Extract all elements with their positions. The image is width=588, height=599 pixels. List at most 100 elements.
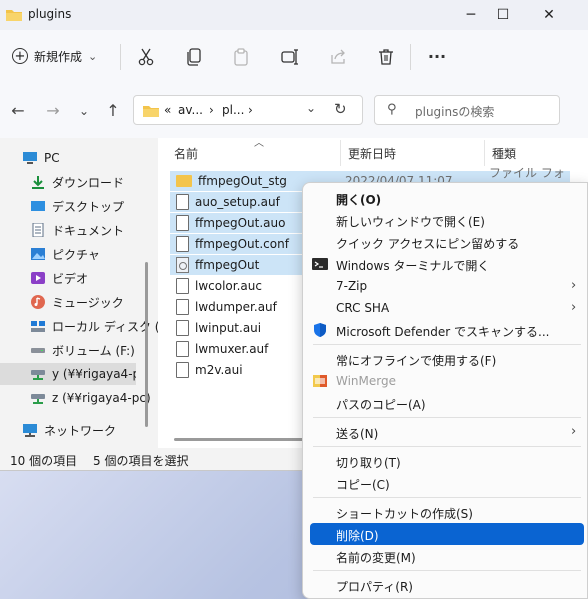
copy-icon	[187, 48, 201, 66]
menu-item-cut[interactable]: 切り取り(T)	[303, 450, 588, 472]
sidebar-item-label: ネットワーク	[44, 423, 117, 438]
search-box[interactable]: ⚲ pluginsの検索	[374, 95, 560, 125]
delete-button[interactable]	[373, 44, 399, 70]
sidebar-item-network[interactable]: ネットワーク	[22, 419, 162, 441]
column-header-type[interactable]: 種類	[492, 145, 516, 162]
address-dropdown-button[interactable]: ⌄	[306, 101, 316, 115]
breadcrumb-separator[interactable]: ›	[209, 103, 214, 117]
copy-button[interactable]	[181, 44, 207, 70]
menu-item-pin-quick-access[interactable]: クイック アクセスにピン留めする	[303, 231, 588, 253]
address-bar[interactable]: « av... › pl... › ⌄ ↻	[133, 95, 363, 125]
pictures-icon	[31, 248, 45, 260]
cut-button[interactable]	[133, 44, 159, 70]
title-bar: plugins ─ ☐ ✕	[0, 0, 588, 30]
clipboard-icon	[234, 48, 248, 66]
menu-separator	[313, 446, 581, 447]
recent-locations-button[interactable]: ⌄	[72, 100, 96, 122]
sidebar-item-pc[interactable]: PC	[22, 147, 162, 169]
sidebar-item-volume-f[interactable]: ボリューム (F:)	[30, 339, 170, 361]
sidebar-item-label: ボリューム (F:)	[52, 343, 135, 358]
menu-item-label: 開く(O)	[336, 193, 382, 207]
menu-item-properties[interactable]: プロパティ(R)	[303, 574, 588, 596]
rename-button[interactable]	[277, 44, 303, 70]
scissors-icon	[138, 48, 154, 66]
sidebar-item-desktop[interactable]: デスクトップ	[30, 195, 170, 217]
sidebar-item-music[interactable]: ミュージック	[30, 291, 170, 313]
menu-separator	[313, 344, 581, 345]
navigation-bar: ← → ⌄ ↑ « av... › pl... › ⌄ ↻ ⚲ pluginsの…	[0, 82, 588, 138]
menu-item-label: Windows ターミナルで開く	[336, 259, 490, 273]
menu-item-create-shortcut[interactable]: ショートカットの作成(S)	[303, 501, 588, 523]
settings-file-icon	[176, 257, 189, 273]
menu-separator	[313, 570, 581, 571]
file-icon	[176, 299, 189, 315]
refresh-button[interactable]: ↻	[334, 100, 347, 118]
menu-item-winmerge: WinMerge	[303, 370, 588, 392]
column-header-date[interactable]: 更新日時	[348, 145, 396, 162]
sidebar-item-local-disk[interactable]: ローカル ディスク (C	[30, 315, 170, 337]
trash-icon	[379, 49, 393, 65]
sidebar-item-documents[interactable]: ドキュメント	[30, 219, 170, 241]
menu-item-open-terminal[interactable]: Windows ターミナルで開く	[303, 253, 588, 275]
column-header-name[interactable]: 名前	[174, 145, 198, 162]
file-icon	[176, 215, 189, 231]
sidebar-item-downloads[interactable]: ダウンロード	[30, 171, 170, 193]
item-count: 10 個の項目	[10, 454, 78, 468]
window-title: plugins	[28, 7, 72, 21]
forward-button[interactable]: →	[41, 100, 65, 122]
breadcrumb-separator[interactable]: ›	[248, 103, 253, 117]
maximize-button[interactable]: ☐	[480, 2, 526, 28]
drive-icon	[31, 348, 45, 353]
file-name: lwinput.aui	[195, 321, 262, 335]
menu-item-delete[interactable]: 削除(D)	[310, 523, 584, 545]
breadcrumb-item[interactable]: av...	[178, 103, 203, 117]
sidebar-item-network-drive-y[interactable]: y (¥¥rigaya4-pc)	[0, 363, 136, 385]
file-icon	[176, 278, 189, 294]
menu-item-send-to[interactable]: 送る(N) ›	[303, 421, 588, 443]
menu-item-open-new-window[interactable]: 新しいウィンドウで開く(E)	[303, 209, 588, 231]
menu-item-copy-path[interactable]: パスのコピー(A)	[303, 392, 588, 414]
sidebar-item-network-drive-z[interactable]: z (¥¥rigaya4-pc)	[30, 387, 170, 409]
menu-item-copy[interactable]: コピー(C)	[303, 472, 588, 494]
paste-button[interactable]	[228, 44, 254, 70]
sidebar-item-label: ミュージック	[52, 295, 124, 310]
desktop-icon	[31, 201, 45, 211]
menu-item-rename[interactable]: 名前の変更(M)	[303, 545, 588, 567]
navigation-pane: PC ダウンロード デスクトップ ドキュメント ピクチャ ビデオ ミュージック	[0, 138, 168, 448]
close-button[interactable]: ✕	[526, 2, 572, 28]
menu-item-defender-scan[interactable]: Microsoft Defender でスキャンする...	[303, 319, 588, 341]
menu-item-open[interactable]: 開く(O)	[303, 187, 588, 209]
horizontal-scrollbar[interactable]	[174, 438, 314, 441]
sidebar-item-label: ピクチャ	[52, 247, 100, 262]
sidebar-item-pictures[interactable]: ピクチャ	[30, 243, 170, 265]
terminal-icon	[312, 258, 328, 270]
folder-icon	[143, 106, 159, 117]
sort-ascending-icon: ︿	[254, 138, 264, 149]
more-options-button[interactable]: ···	[424, 44, 450, 70]
menu-item-always-offline[interactable]: 常にオフラインで使用する(F)	[303, 348, 588, 370]
sidebar-item-videos[interactable]: ビデオ	[30, 267, 170, 289]
menu-item-crc-sha[interactable]: CRC SHA ›	[303, 297, 588, 319]
sidebar-item-label: デスクトップ	[52, 199, 125, 214]
share-button[interactable]	[325, 44, 351, 70]
file-name: ffmpegOut_stg	[198, 174, 287, 188]
sidebar-item-label: y (¥¥rigaya4-pc)	[52, 367, 136, 381]
file-icon	[176, 236, 189, 252]
network-drive-icon	[31, 394, 45, 404]
breadcrumb-overflow[interactable]: «	[164, 103, 171, 117]
sidebar-item-label: PC	[44, 151, 60, 165]
divider	[120, 44, 121, 70]
sidebar-scrollbar[interactable]	[145, 262, 148, 427]
file-icon	[176, 320, 189, 336]
file-icon	[176, 341, 189, 357]
column-divider[interactable]	[340, 140, 341, 166]
breadcrumb-item[interactable]: pl...	[222, 103, 244, 117]
share-icon	[331, 49, 345, 64]
search-icon: ⚲	[387, 102, 397, 117]
back-button[interactable]: ←	[6, 100, 30, 122]
menu-item-7zip[interactable]: 7-Zip ›	[303, 275, 588, 297]
menu-item-label: 削除(D)	[336, 529, 379, 543]
new-button[interactable]: + 新規作成 ⌄	[12, 44, 97, 68]
up-button[interactable]: ↑	[101, 100, 125, 122]
column-divider[interactable]	[484, 140, 485, 166]
